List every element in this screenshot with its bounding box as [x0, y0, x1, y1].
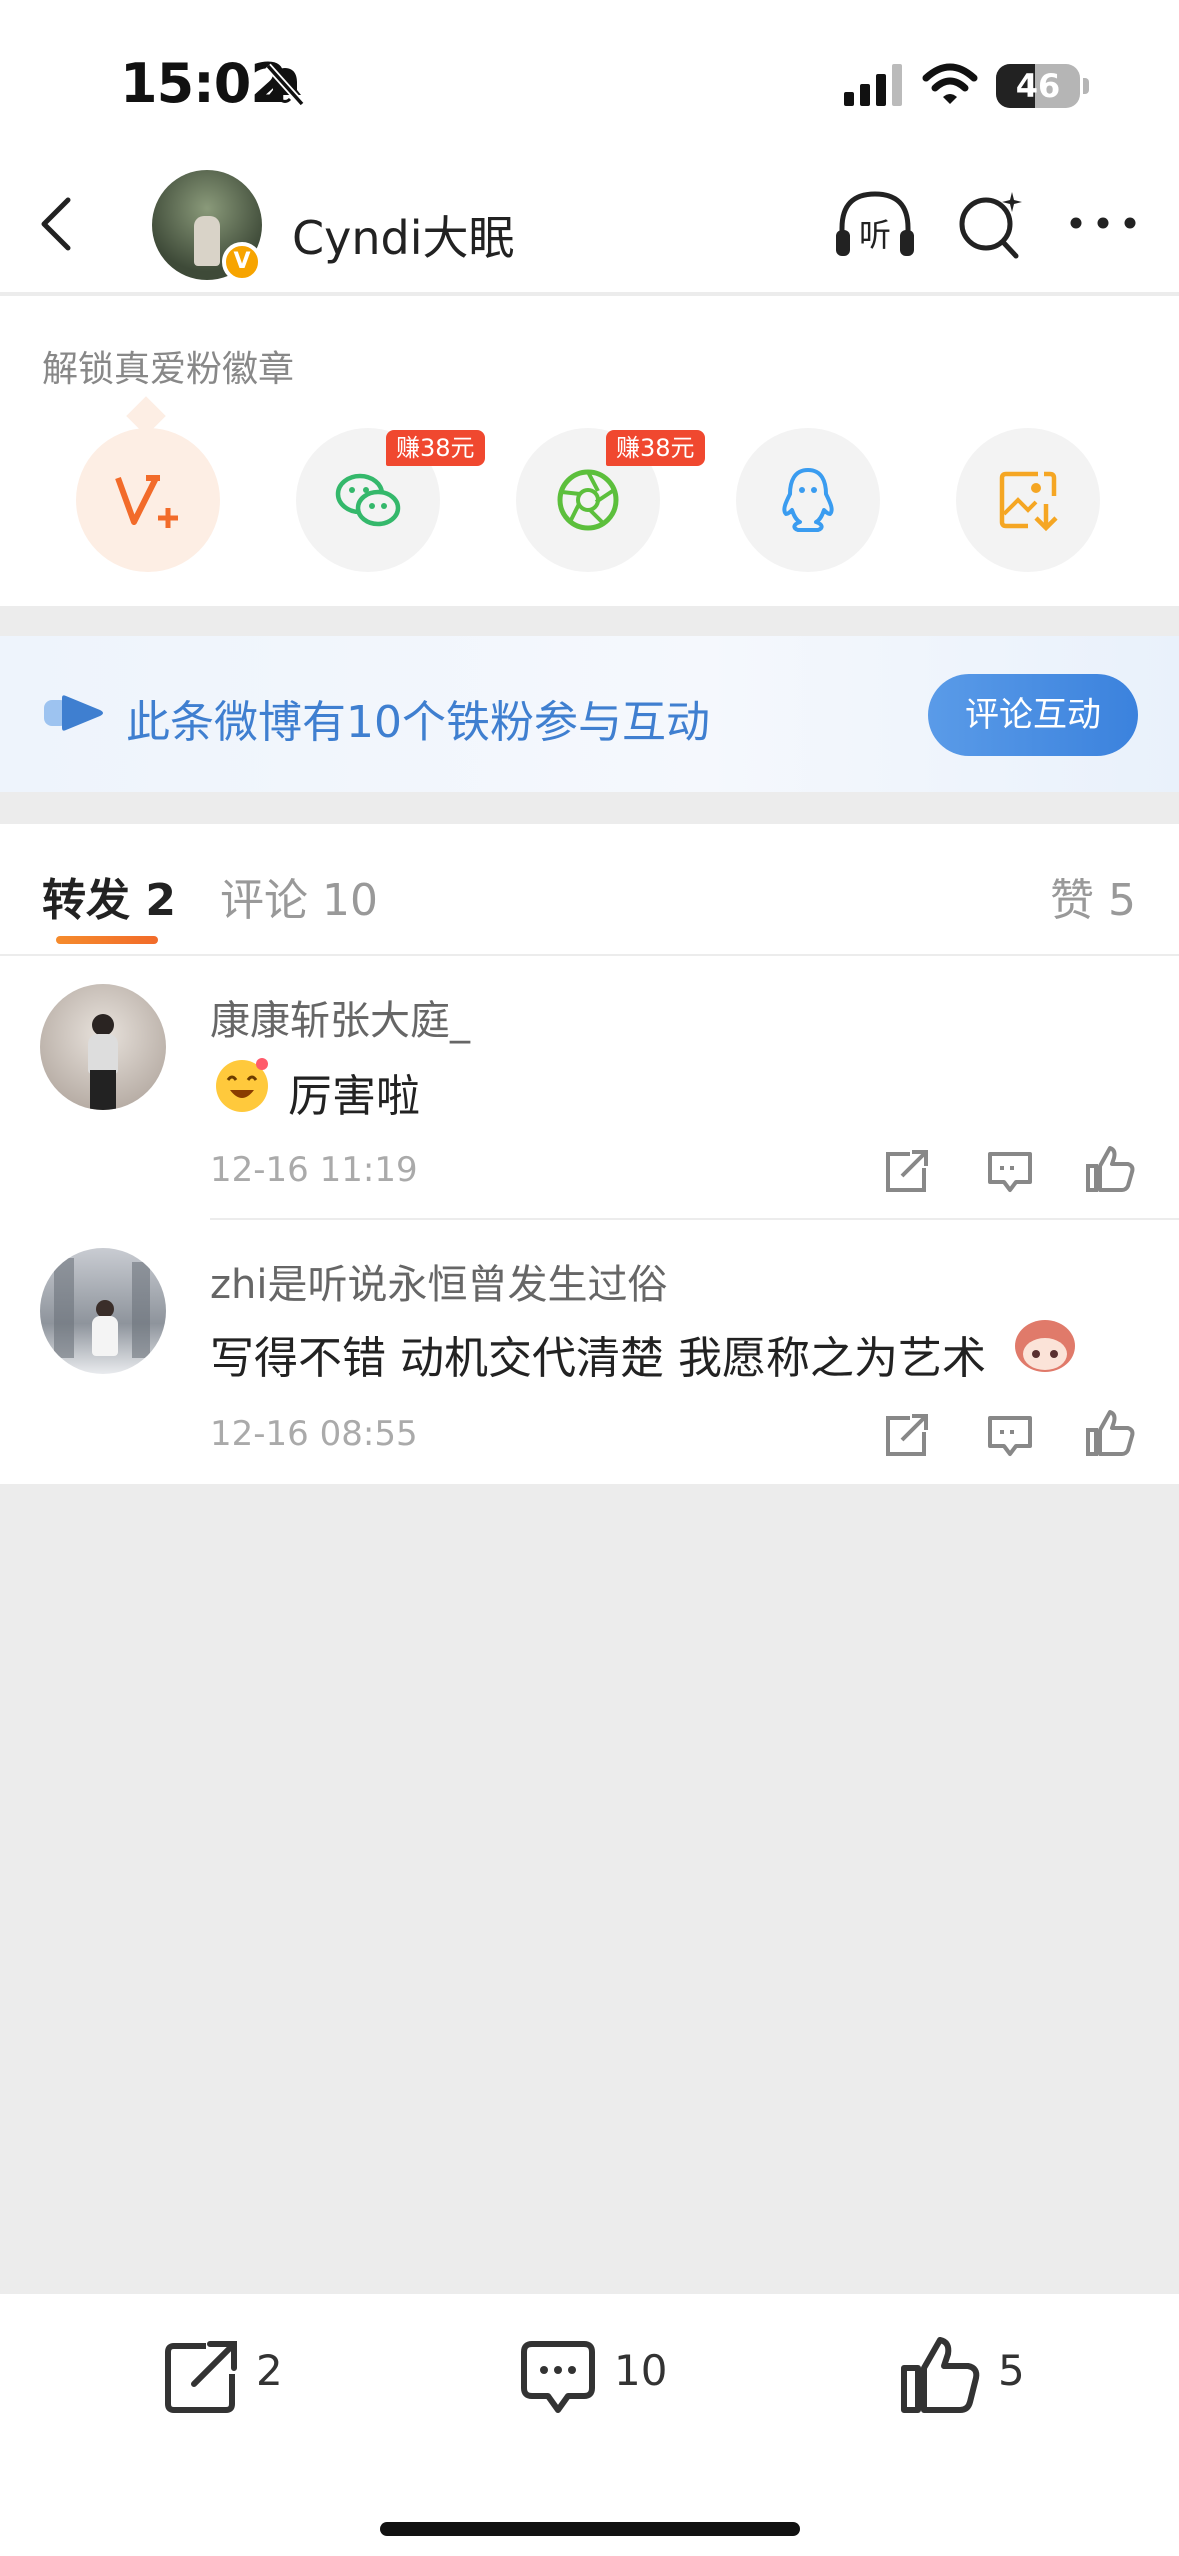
like-count: 5 [998, 2346, 1025, 2395]
laughing-emoji-icon [216, 1058, 268, 1112]
image-download-icon [999, 471, 1058, 532]
tab-reposts[interactable]: 转发 2 [42, 864, 176, 928]
chibi-emoji-icon [1015, 1320, 1075, 1372]
more-icon[interactable] [1068, 208, 1138, 238]
comment-icon[interactable] [984, 1410, 1036, 1462]
share-weibo-vplus-button[interactable] [76, 428, 220, 572]
tab-likes[interactable]: 赞 5 [1050, 864, 1136, 928]
comment-interact-button[interactable]: 评论互动 [928, 674, 1138, 756]
comment-bubble-icon [521, 2341, 595, 2413]
repost-icon [165, 2341, 237, 2413]
earn-badge: 赚38元 [606, 430, 705, 466]
comment-username[interactable]: 康康斩张大庭_ [210, 988, 470, 1046]
avatar[interactable] [40, 1248, 166, 1374]
verified-badge: V [222, 242, 262, 282]
save-image-button[interactable] [956, 428, 1100, 572]
share-panel: 解锁真爱粉徽章 赚38元 赚38元 [0, 296, 1179, 606]
list-item[interactable]: zhi是听说永恒曾发生过俗 写得不错 动机交代清楚 我愿称之为艺术 12-16 … [0, 1220, 1179, 1484]
status-bar: 15:02 46 [0, 0, 1179, 160]
avatar[interactable] [40, 984, 166, 1110]
search-icon[interactable] [956, 188, 1024, 260]
signal-icon [844, 64, 902, 106]
wechat-icon [335, 473, 401, 527]
like-icon[interactable] [1084, 1408, 1136, 1460]
top-nav: V Cyndi大眠 听 [0, 160, 1179, 294]
share-qq-button[interactable] [736, 428, 880, 572]
wifi-icon [922, 63, 978, 104]
home-indicator[interactable] [380, 2522, 800, 2536]
comment-time: 12-16 08:55 [210, 1414, 418, 1454]
earn-badge: 赚38元 [386, 430, 485, 466]
share-icon[interactable] [880, 1410, 932, 1462]
thumbs-up-icon [901, 2337, 980, 2413]
battery-icon: 46 [996, 64, 1080, 108]
active-tab-indicator [56, 936, 158, 944]
share-icon[interactable] [880, 1146, 932, 1198]
v-plus-icon [115, 475, 178, 528]
play-fans-icon [44, 695, 103, 731]
list-item[interactable]: 康康斩张大庭_ 厉害啦 12-16 11:19 [0, 956, 1179, 1220]
qq-icon [782, 468, 834, 532]
bell-muted-icon [265, 63, 305, 107]
comment-text: 厉害啦 [288, 1071, 420, 1122]
share-panel-title: 解锁真爱粉徽章 [42, 349, 295, 390]
listen-icon[interactable]: 听 [832, 186, 918, 266]
repost-button[interactable]: 2 [160, 2294, 300, 2464]
bottom-action-bar: 2 10 5 [0, 2294, 1179, 2556]
battery-level: 46 [1015, 67, 1061, 105]
comment-button[interactable]: 10 [516, 2294, 676, 2464]
like-button[interactable]: 5 [898, 2294, 1038, 2464]
svg-text:听: 听 [859, 216, 891, 254]
username[interactable]: Cyndi大眠 [292, 202, 514, 268]
like-icon[interactable] [1084, 1144, 1136, 1196]
moments-icon [557, 469, 619, 531]
comment-count: 10 [614, 2346, 668, 2395]
iron-fans-banner: 此条微博有10个铁粉参与互动 评论互动 [0, 636, 1179, 792]
comment-username[interactable]: zhi是听说永恒曾发生过俗 [210, 1252, 667, 1310]
repost-list: 康康斩张大庭_ 厉害啦 12-16 11:19 zhi是听说永恒曾发生过俗 写得… [0, 956, 1179, 1484]
comment-icon[interactable] [984, 1146, 1036, 1198]
comment-time: 12-16 11:19 [210, 1150, 418, 1190]
tab-bar: 转发 2 评论 10 赞 5 [0, 824, 1179, 956]
tab-comments[interactable]: 评论 10 [220, 864, 378, 928]
comment-text: 写得不错 动机交代清楚 我愿称之为艺术 [210, 1333, 986, 1384]
repost-count: 2 [256, 2346, 283, 2395]
battery-cap [1083, 78, 1089, 94]
banner-text: 此条微博有10个铁粉参与互动 [126, 697, 710, 748]
back-icon[interactable] [30, 194, 90, 254]
